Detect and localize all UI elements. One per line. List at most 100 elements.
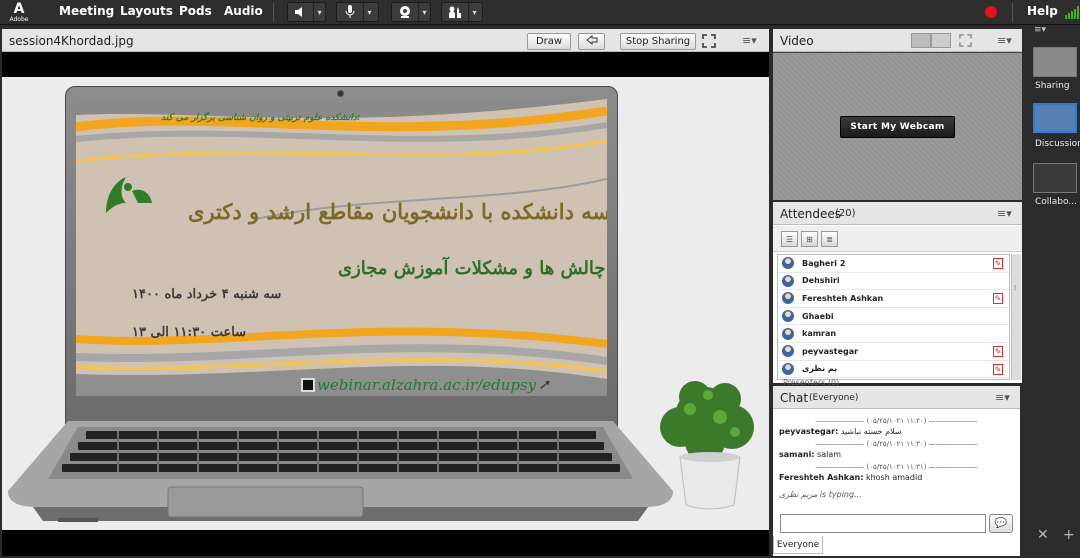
grid-people-icon[interactable]: ⊞ [801, 231, 818, 247]
person-icon [782, 274, 794, 287]
attendees-pod-header: Attendees (20) ≡▾ [773, 202, 1022, 225]
attendee-row[interactable]: peyvastegar ✎ [778, 343, 1009, 361]
slide-heading: نشست هیات رئیسه دانشکده با دانشجویان مقا… [188, 199, 607, 224]
chat-message: Fereshteh Ashkan: khosh amadid [779, 473, 1014, 482]
chat-message: samani: salam [779, 450, 1014, 459]
status-flag-icon: ✎ [993, 345, 1003, 357]
start-webcam-button[interactable]: Start My Webcam [840, 116, 955, 138]
status-flag-icon: ✎ [993, 363, 1003, 375]
send-chat-button[interactable]: 💬 [989, 514, 1013, 533]
attendee-row[interactable]: Bagheri 2 ✎ [778, 255, 1009, 273]
layout-label: Collabo... [1035, 197, 1077, 207]
adobe-logo-glyph: A [13, 1, 25, 17]
status-dropdown-icon[interactable]: ▾ [468, 3, 480, 21]
menu-help[interactable]: Help [1027, 4, 1058, 18]
microphone-control[interactable]: ▾ [336, 2, 379, 22]
university-logo-icon [106, 177, 152, 213]
list-view-icon[interactable]: ☰ [781, 231, 798, 247]
raise-hand-icon[interactable] [442, 3, 468, 21]
chat-tab-everyone[interactable]: Everyone [773, 536, 823, 554]
cursor-icon: ➚ [538, 377, 550, 393]
layouts-menu-icon[interactable]: ≡▾ [1034, 25, 1046, 35]
person-icon [782, 310, 794, 323]
attendee-name: kamran [802, 329, 837, 339]
video-pod-menu-icon[interactable]: ≡▾ [997, 34, 1012, 47]
chat-timestamp: ——————— (۰۵/۲۵/۱۰۲۱ ۱۱:۳۰) ——————— [815, 440, 978, 448]
webcam-control[interactable]: ▾ [391, 2, 431, 22]
video-pod: Video ≡▾ Start My Webcam [773, 29, 1022, 200]
attendee-name: یم نظری [802, 364, 838, 374]
attendee-name: Dehshiri [802, 276, 840, 286]
chat-text: سلام خسته نباشید [840, 427, 902, 436]
video-fullscreen-icon[interactable] [959, 34, 972, 50]
slide-date: سه شنبه ۴ خرداد ماه ۱۴۰۰ [132, 287, 282, 302]
status-flag-icon: ✎ [993, 293, 1003, 305]
filmstrip-view-icon[interactable] [931, 33, 951, 48]
attendees-view-toolbar: ☰ ⊞ ≣ [773, 226, 1022, 252]
close-icon[interactable]: ✕ [1037, 527, 1049, 543]
attendee-row[interactable]: Dehshiri [778, 273, 1009, 291]
webcam-icon[interactable] [392, 3, 418, 21]
speaker-dropdown-icon[interactable]: ▾ [313, 3, 325, 21]
person-icon [782, 257, 794, 270]
menu-meeting[interactable]: Meeting [59, 4, 114, 18]
attendee-row[interactable]: یم نظری ✎ [778, 361, 1009, 379]
video-pod-title: Video [780, 34, 814, 48]
microphone-dropdown-icon[interactable]: ▾ [363, 3, 375, 21]
chat-input[interactable] [780, 514, 986, 533]
help-divider [1012, 3, 1013, 22]
adobe-logo-icon: A Adobe [8, 2, 30, 23]
attendee-name: Ghaebi [802, 311, 834, 321]
slide-url: webinar.alzahra.ac.ir/edupsy ➚ [301, 376, 550, 394]
adobe-connect-app: A Adobe Meeting Layouts Pods Audio ▾ ▾ ▾ [0, 0, 1080, 558]
chat-pod-title: Chat [780, 391, 809, 405]
attendee-name: Fereshteh Ashkan [802, 293, 884, 303]
stop-sharing-button[interactable]: Stop Sharing [620, 33, 696, 50]
layout-sharing-thumbnail[interactable] [1033, 47, 1077, 77]
slide-swoosh-graphic [76, 99, 607, 396]
slide-subheading: بررسی چالش ها و مشکلات آموزش مجازی [338, 258, 607, 279]
slide-url-text: webinar.alzahra.ac.ir/edupsy [317, 376, 537, 394]
menu-layouts[interactable]: Layouts [120, 4, 173, 18]
layout-collaboration-thumbnail[interactable] [1033, 163, 1077, 193]
scroll-grip-icon: ⁞ [1014, 284, 1017, 292]
chat-pod-menu-icon[interactable]: ≡▾ [995, 391, 1010, 404]
top-menu-bar: A Adobe Meeting Layouts Pods Audio ▾ ▾ ▾ [0, 0, 1080, 25]
share-pod-menu-icon[interactable]: ≡▾ [742, 34, 757, 47]
chat-pod: Chat (Everyone) ≡▾ ——————— (۰۵/۲۵/۱۰۲۱ ۱… [773, 386, 1020, 556]
attendee-list-scrollbar[interactable]: ⁞ [1011, 254, 1021, 380]
roles-view-icon[interactable]: ≣ [821, 231, 838, 247]
shared-slide-area: دانشکده علوم تربیتی و روان شناسی برگزار … [2, 77, 769, 530]
layout-label: Sharing [1035, 81, 1070, 91]
draw-button[interactable]: Draw [527, 33, 571, 50]
pointer-button[interactable] [578, 33, 605, 50]
attendees-pod-menu-icon[interactable]: ≡▾ [997, 207, 1012, 220]
video-pod-header: Video ≡▾ [773, 29, 1022, 52]
chat-text: salam [817, 450, 842, 459]
chat-sender: peyvastegar: [779, 427, 839, 436]
chat-timestamp: ——————— (۰۵/۲۵/۱۰۲۱ ۱۱:۲۰) ——————— [815, 417, 978, 425]
attendee-name: peyvastegar [802, 346, 859, 356]
person-icon [782, 327, 794, 340]
record-icon[interactable] [985, 6, 997, 18]
attendee-row[interactable]: Fereshteh Ashkan ✎ [778, 290, 1009, 308]
menu-audio[interactable]: Audio [224, 4, 263, 18]
slide-time: ساعت ۱۱:۳۰ الی ۱۳ [132, 325, 247, 340]
attendee-row[interactable]: kamran [778, 325, 1009, 343]
status-flag-icon: ✎ [993, 258, 1003, 269]
microphone-icon[interactable] [337, 3, 363, 21]
fullscreen-icon[interactable] [702, 34, 716, 51]
status-control[interactable]: ▾ [441, 2, 483, 22]
menu-pods[interactable]: Pods [179, 4, 212, 18]
laptop-keyboard [8, 421, 673, 522]
speaker-icon[interactable] [288, 3, 313, 21]
speaker-control[interactable]: ▾ [287, 2, 326, 22]
pointer-icon [585, 34, 598, 49]
attendee-row[interactable]: Ghaebi [778, 308, 1009, 326]
signal-icon [1065, 6, 1079, 19]
grid-view-icon[interactable] [911, 33, 931, 48]
webcam-dropdown-icon[interactable]: ▾ [418, 3, 430, 21]
attendees-pod: Attendees (20) ≡▾ ☰ ⊞ ≣ Bagheri 2 ✎ Dehs… [773, 202, 1022, 387]
layout-discussion-thumbnail[interactable] [1033, 103, 1077, 133]
add-icon[interactable]: + [1063, 527, 1075, 543]
